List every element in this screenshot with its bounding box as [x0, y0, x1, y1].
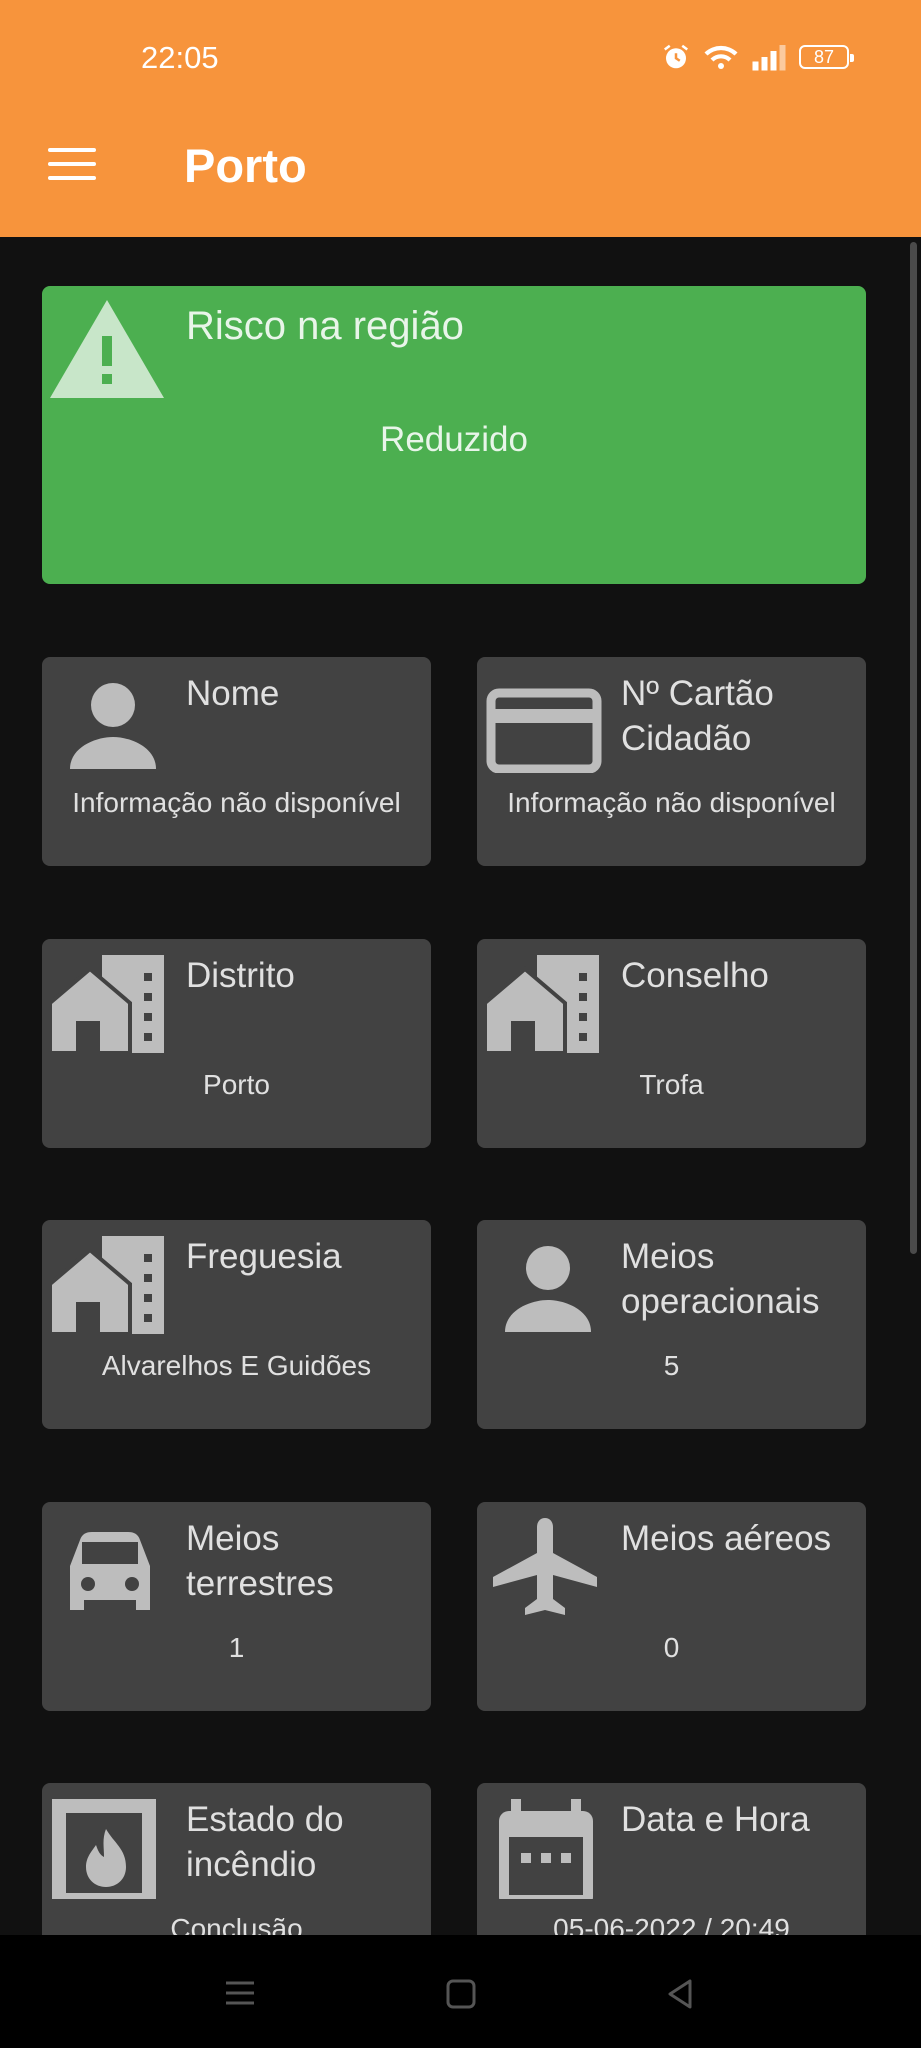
credit-card-icon [486, 688, 602, 773]
buildings-icon [485, 955, 599, 1055]
fireplace-icon [52, 1799, 156, 1899]
wifi-icon [704, 45, 738, 69]
card-value: 0 [663, 1632, 680, 1663]
page-title: Porto [184, 139, 307, 192]
card-title: Nº Cartão Cidadão [621, 674, 774, 758]
card-title: Meios operacionais [621, 1237, 820, 1321]
signal-icon [752, 45, 786, 71]
card-value: 1 [228, 1632, 245, 1663]
scrollbar[interactable] [910, 242, 917, 1254]
card-title: Freguesia [186, 1237, 342, 1276]
card-value: Informação não disponível [72, 787, 401, 818]
card-title: Conselho [621, 956, 769, 995]
card-freguesia: Freguesia Alvarelhos E Guidões [42, 1220, 431, 1429]
car-icon [70, 1532, 150, 1610]
card-value: 5 [663, 1350, 680, 1381]
risk-level: Reduzido [380, 420, 528, 459]
person-icon [70, 683, 156, 769]
system-navigation-bar [0, 1935, 921, 2048]
card-nome: Nome Informação não disponível [42, 657, 431, 866]
buildings-icon [50, 955, 164, 1055]
alarm-icon [664, 44, 688, 69]
card-value: Alvarelhos E Guidões [101, 1350, 372, 1381]
card-meios-terrestres: Meios terrestres 1 [42, 1502, 431, 1711]
card-distrito: Distrito Porto [42, 939, 431, 1148]
card-value: Porto [203, 1069, 270, 1100]
card-title: Distrito [186, 956, 295, 995]
person-icon [505, 1246, 591, 1332]
status-icons: 87 [661, 42, 854, 72]
recents-menu-icon[interactable] [216, 1969, 264, 2017]
risk-card: Risco na região Reduzido [42, 286, 866, 584]
app-bar: 22:05 87 Porto [0, 0, 921, 237]
card-title: Meios aéreos [621, 1519, 832, 1558]
card-title: Meios terrestres [186, 1519, 334, 1603]
card-meios-operacionais: Meios operacionais 5 [477, 1220, 866, 1429]
card-title: Estado do incêndio [186, 1800, 344, 1884]
menu-button[interactable] [48, 148, 96, 182]
calendar-icon [499, 1799, 593, 1899]
status-time: 22:05 [141, 40, 219, 75]
card-meios-aereos: Meios aéreos 0 [477, 1502, 866, 1711]
risk-title: Risco na região [186, 304, 464, 348]
back-triangle-icon[interactable] [656, 1969, 704, 2017]
airplane-icon [493, 1518, 597, 1615]
warning-icon [50, 300, 164, 398]
buildings-icon [50, 1236, 164, 1336]
card-value: Trofa [639, 1069, 704, 1100]
card-cartao-cidadao: Nº Cartão Cidadão Informação não disponí… [477, 657, 866, 866]
battery-icon: 87 [799, 45, 854, 69]
card-value: Informação não disponível [507, 787, 836, 818]
home-square-icon[interactable] [436, 1969, 484, 2017]
card-title: Nome [186, 674, 280, 713]
card-conselho: Conselho Trofa [477, 939, 866, 1148]
card-title: Data e Hora [621, 1800, 810, 1839]
